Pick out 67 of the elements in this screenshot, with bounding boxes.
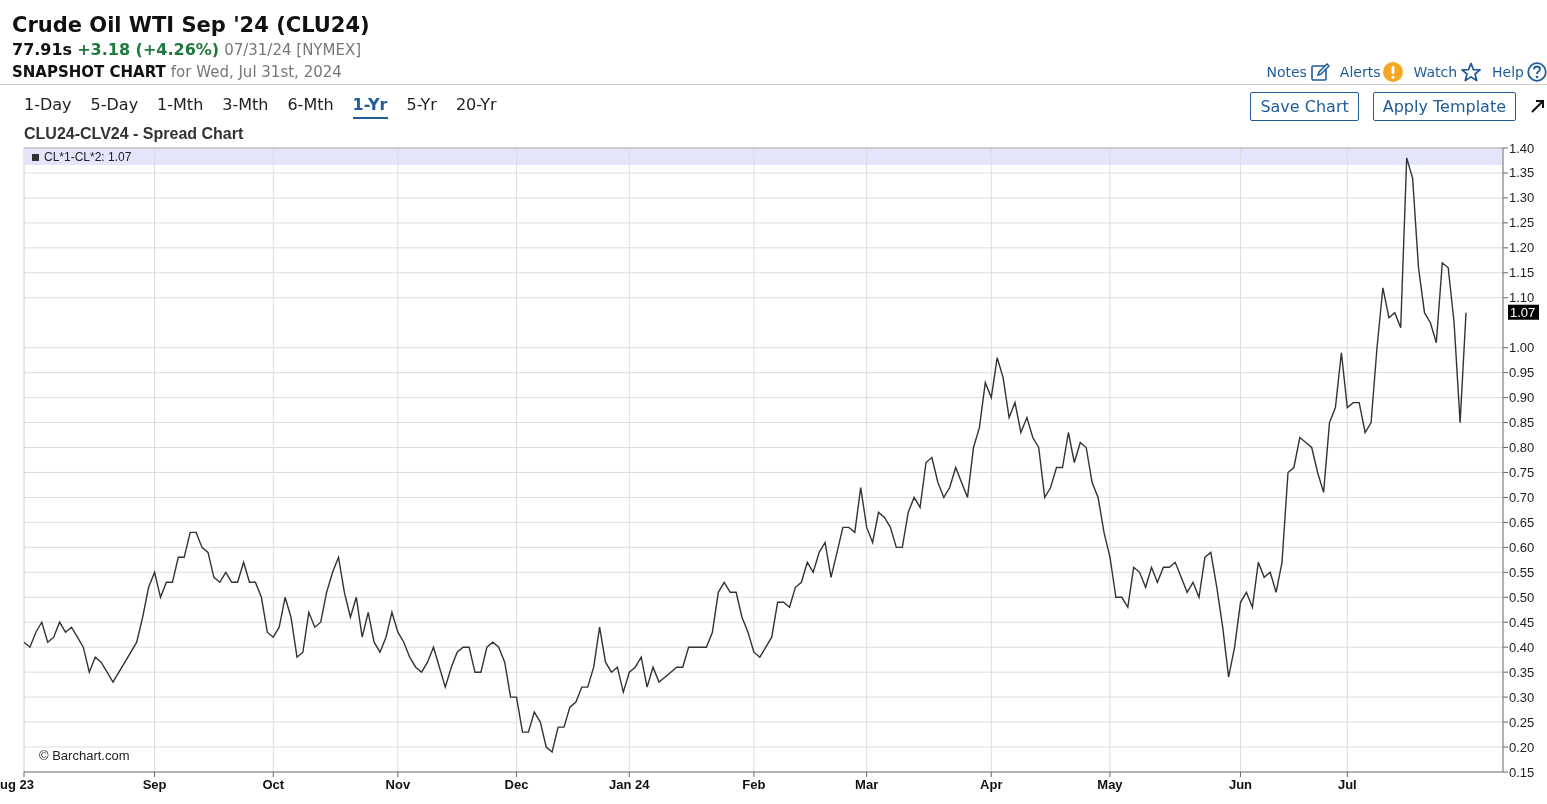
x-tick-label: Oct: [262, 777, 285, 792]
y-tick-label: 1.00: [1509, 340, 1535, 356]
x-tick-label: Jun: [1228, 777, 1253, 792]
quote-date: 07/31/24 [NYMEX]: [224, 41, 362, 59]
snapshot-date: for Wed, Jul 31st, 2024: [170, 63, 342, 81]
toolbar-button[interactable]: Save Chart: [1250, 91, 1359, 121]
y-tick-label: 0.90: [1509, 390, 1535, 406]
y-tick-label: 0.30: [1509, 689, 1535, 705]
help-icon: [1527, 62, 1547, 82]
star-icon: [1460, 62, 1483, 82]
range-tab[interactable]: 1-Yr: [352, 93, 388, 119]
y-tick-label: 0.95: [1509, 365, 1535, 381]
header-link[interactable]: Help: [1492, 62, 1547, 82]
diagonal-arrow-icon[interactable]: [1530, 98, 1546, 114]
y-tick-label: 0.40: [1509, 639, 1535, 655]
last-value-tag: 1.07: [1508, 304, 1539, 321]
y-tick-label: 0.20: [1509, 739, 1535, 755]
y-tick-label: 0.35: [1509, 664, 1535, 680]
pencil-square-icon: [1309, 62, 1330, 82]
y-tick-label: 1.30: [1509, 190, 1535, 206]
y-tick-label: 0.55: [1509, 564, 1535, 580]
range-tab[interactable]: 5-Day: [90, 93, 139, 119]
range-tab[interactable]: 1-Mth: [157, 93, 204, 119]
range-tab[interactable]: 1-Day: [24, 93, 72, 119]
header-link[interactable]: Alerts: [1339, 62, 1404, 82]
x-tick-label: Sep: [142, 777, 167, 792]
x-tick-label: Mar: [855, 777, 879, 792]
x-tick-label: Jan 24: [609, 777, 650, 792]
y-tick-label: 1.40: [1509, 143, 1535, 156]
range-tab[interactable]: 6-Mth: [287, 93, 334, 119]
header-link[interactable]: Notes: [1266, 62, 1330, 82]
y-tick-label: 0.75: [1509, 465, 1535, 480]
y-tick-label: 0.50: [1509, 589, 1535, 605]
range-tab[interactable]: 5-Yr: [406, 93, 437, 119]
header-link[interactable]: Watch: [1413, 62, 1483, 82]
y-tick-label: 0.70: [1509, 489, 1535, 505]
y-tick-label: 1.35: [1509, 165, 1535, 181]
y-tick-label: 0.85: [1509, 415, 1535, 431]
x-tick-label: May: [1097, 777, 1123, 792]
x-tick-label: ug 23: [0, 777, 34, 792]
warning-icon: [1383, 62, 1404, 82]
chart-title: CLU24-CLV24 - Spread Chart: [24, 125, 244, 142]
y-tick-label: 1.10: [1509, 290, 1535, 306]
y-tick-label: 0.45: [1509, 614, 1535, 630]
x-tick-label: Jul: [1337, 777, 1357, 792]
x-tick-label: Apr: [980, 777, 1003, 792]
y-tick-label: 0.80: [1509, 440, 1535, 455]
range-tab[interactable]: 20-Yr: [455, 93, 497, 119]
page-title: Crude Oil WTI Sep '24 (CLU24): [12, 13, 370, 37]
toolbar-button[interactable]: Apply Template: [1372, 91, 1516, 121]
range-tab[interactable]: 3-Mth: [222, 93, 269, 119]
price-change: +3.18 (+4.26%): [77, 40, 220, 59]
y-tick-label: 1.15: [1509, 265, 1535, 281]
y-tick-label: 1.25: [1509, 215, 1535, 231]
x-tick-label: Dec: [504, 777, 529, 792]
legend-swatch: [32, 153, 39, 161]
y-tick-label: 1.20: [1509, 240, 1535, 256]
y-tick-label: 0.60: [1509, 539, 1535, 555]
legend-label: CL*1-CL*2: 1.07: [44, 150, 132, 164]
y-tick-label: 0.25: [1509, 714, 1535, 730]
y-tick-label: 0.65: [1509, 514, 1535, 530]
x-tick-label: Feb: [742, 777, 766, 792]
snapshot-label: SNAPSHOT CHART: [12, 63, 166, 81]
copyright-credit: © Barchart.com: [39, 748, 130, 763]
y-tick-label: 0.15: [1509, 764, 1535, 780]
x-tick-label: Nov: [385, 777, 411, 792]
last-price: 77.91s: [12, 40, 73, 59]
